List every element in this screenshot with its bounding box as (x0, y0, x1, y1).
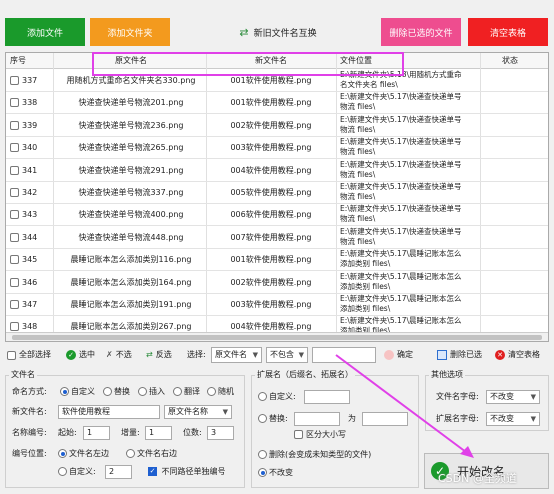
annotation-arrow (335, 354, 474, 458)
watermark: CSDN @全频道 (438, 472, 517, 485)
